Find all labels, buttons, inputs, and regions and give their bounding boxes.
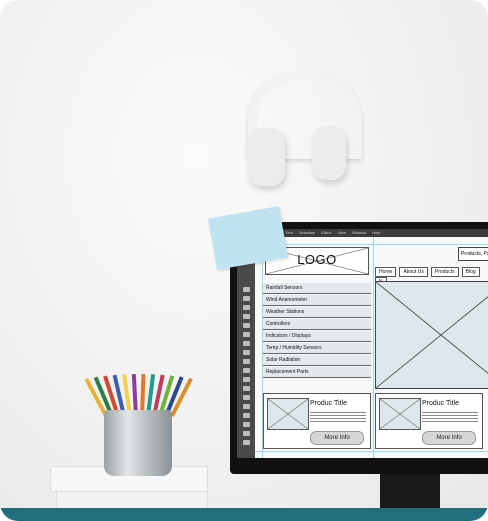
photo-scene: FileEditSelectTextSelectionEffectViewWin… <box>0 0 488 521</box>
tool-icon <box>243 305 250 310</box>
placeholder-cross-icon <box>267 398 309 430</box>
product-text-lines <box>310 412 366 424</box>
headphones-right-cup <box>312 126 346 180</box>
tool-icon <box>243 395 250 400</box>
metal-pencil-cup <box>104 410 172 476</box>
menubar-item: Help <box>372 230 381 235</box>
sidebar-item: Controllers <box>263 319 371 330</box>
tool-icon <box>243 350 250 355</box>
more-info-button: More Info <box>310 431 364 445</box>
menubar-item: Effect <box>321 230 332 235</box>
tool-icon <box>243 296 250 301</box>
guide-line <box>255 244 488 245</box>
menubar-item: Text <box>285 230 293 235</box>
search-box: Products, Parts <box>458 247 488 261</box>
tool-icon <box>243 368 250 373</box>
more-info-button: More Info <box>422 431 476 445</box>
sidebar-item: Temp / Humidity Sensors <box>263 343 371 354</box>
hero-image-placeholder <box>375 281 488 389</box>
guide-line <box>255 451 488 452</box>
sidebar-item: Indicators / Displays <box>263 331 371 342</box>
tool-icon <box>243 404 250 409</box>
tool-icon <box>243 314 250 319</box>
menubar-item: Window <box>352 230 367 235</box>
nav-item: Blog <box>461 267 480 277</box>
book-bottom <box>56 490 208 510</box>
tool-icon <box>243 341 250 346</box>
wireframe-sidebar: Rainfall Sensors Wind Anemometer Weather… <box>263 283 371 379</box>
sidebar-item: Wind Anemometer <box>263 295 371 306</box>
sidebar-item: Rainfall Sensors <box>263 283 371 294</box>
placeholder-cross-icon <box>376 282 488 388</box>
tool-icon <box>243 413 250 418</box>
nav-item: About Us <box>399 267 428 277</box>
product-image-placeholder <box>267 398 309 430</box>
sidebar-item: Solar Radiation <box>263 355 371 366</box>
tool-icon <box>243 386 250 391</box>
nav-item: Home <box>375 267 397 277</box>
tool-icon <box>243 422 250 427</box>
product-title: Produc Title <box>310 400 347 407</box>
tool-icon <box>243 323 250 328</box>
guide-line <box>373 237 374 458</box>
colored-pencils <box>84 364 194 417</box>
product-text-lines <box>422 412 478 424</box>
tool-icon <box>243 440 250 445</box>
tool-icon <box>243 431 250 436</box>
sidebar-item: Replacement Parts <box>263 367 371 378</box>
monitor-stand <box>380 474 440 510</box>
tool-icon <box>243 287 250 292</box>
product-title: Produc Title <box>422 400 459 407</box>
sidebar-item: Weather Stations <box>263 307 371 318</box>
tool-icon <box>243 332 250 337</box>
tool-icon <box>243 377 250 382</box>
nav-item: Products <box>430 267 459 277</box>
headphones-left-cup <box>247 128 285 186</box>
desk-surface <box>0 508 488 521</box>
menubar-item: Selection <box>298 230 316 235</box>
tool-icon <box>243 359 250 364</box>
product-card: Produc Title More Info <box>375 393 483 449</box>
product-image-placeholder <box>379 398 421 430</box>
monitor-screen: FileEditSelectTextSelectionEffectViewWin… <box>237 229 488 458</box>
tools-panel <box>237 237 255 458</box>
menubar-item: View <box>337 230 347 235</box>
placeholder-cross-icon <box>379 398 421 430</box>
product-card: Produc Title More Info <box>263 393 371 449</box>
